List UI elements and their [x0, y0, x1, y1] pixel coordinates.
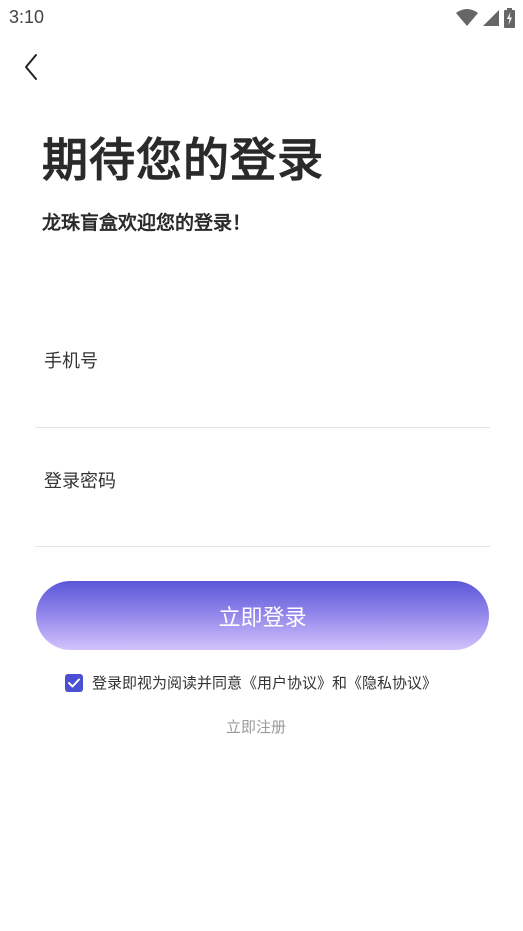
- checkmark-icon: [68, 678, 80, 687]
- chevron-left-icon: [25, 54, 37, 80]
- agreement-prefix: 登录即视为阅读并同意: [92, 674, 243, 692]
- signal-icon: [482, 9, 500, 31]
- privacy-policy-link[interactable]: 《隐私协议》: [347, 672, 437, 693]
- password-divider: [35, 546, 490, 547]
- status-bar: 3:10: [0, 0, 523, 36]
- page-title: 期待您的登录: [42, 133, 324, 187]
- page-subtitle: 龙珠盲盒欢迎您的登录！: [42, 212, 252, 234]
- agreement-conjunction: 和: [332, 674, 348, 692]
- user-agreement-link[interactable]: 《用户协议》: [242, 672, 332, 693]
- password-input[interactable]: [36, 503, 490, 543]
- login-button[interactable]: 立即登录: [36, 581, 489, 650]
- phone-label: 手机号: [44, 351, 98, 372]
- battery-charging-icon: [504, 8, 515, 32]
- password-label: 登录密码: [44, 471, 116, 492]
- phone-divider: [35, 427, 490, 428]
- back-button[interactable]: [20, 52, 46, 82]
- wifi-icon: [456, 9, 478, 31]
- agreement-checkbox[interactable]: [65, 673, 83, 692]
- register-link[interactable]: 立即注册: [0, 716, 512, 737]
- agreement-row: 登录即视为阅读并同意 《用户协议》 和 《隐私协议》: [65, 672, 437, 693]
- phone-input[interactable]: [36, 384, 490, 424]
- status-icons: [456, 8, 515, 32]
- status-time: 3:10: [9, 7, 45, 27]
